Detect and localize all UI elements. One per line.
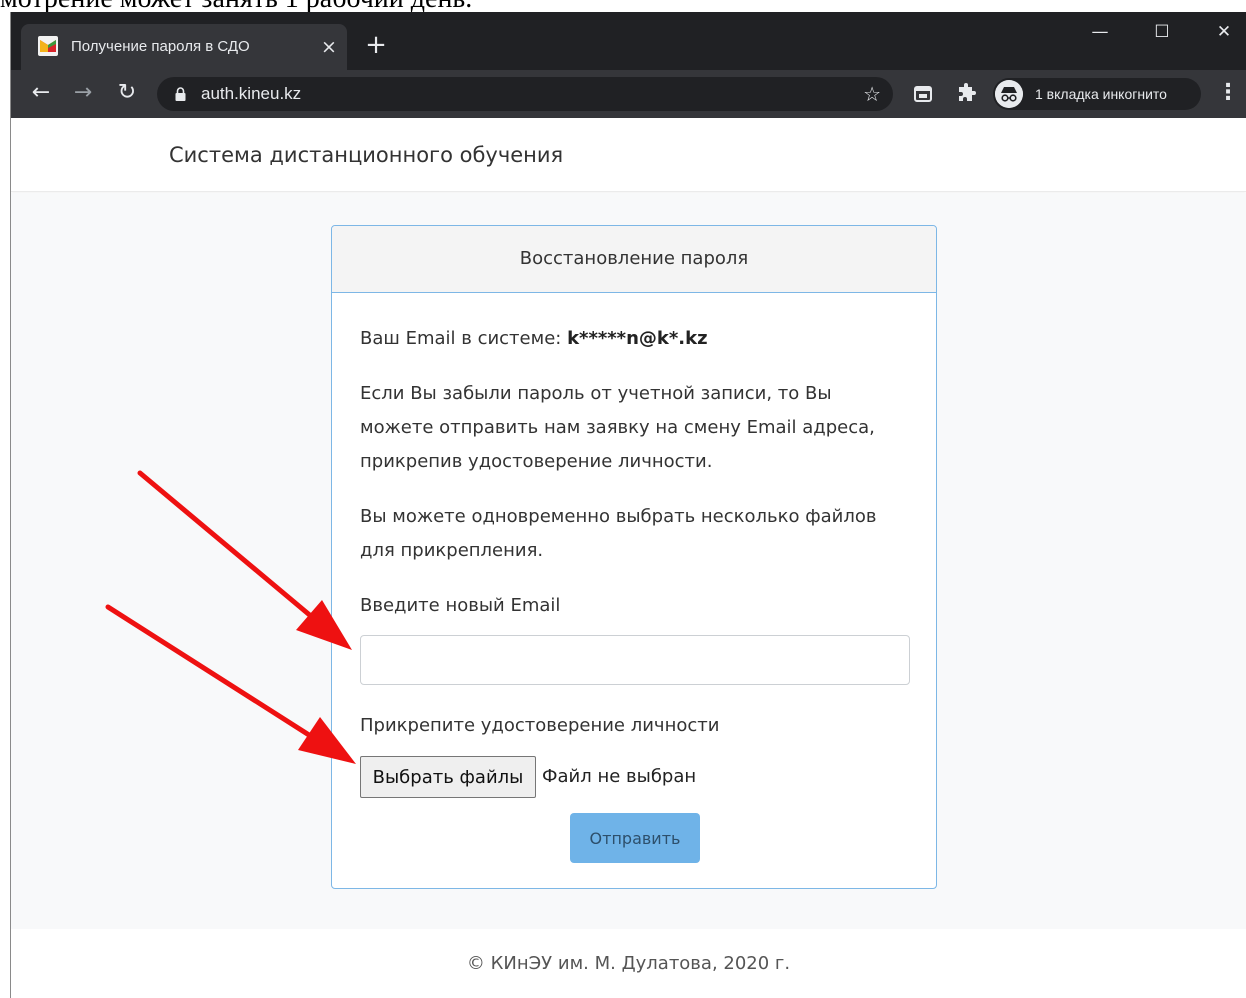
site-brand[interactable]: Система дистанционного обучения [169,118,563,192]
incognito-badge[interactable]: 1 вкладка инкогнито [993,78,1201,110]
attach-id-label: Прикрепите удостоверение личности [360,715,720,736]
multiple-files-paragraph: Вы можете одновременно выбрать несколько… [360,500,908,568]
reload-icon[interactable]: ↻ [111,70,143,118]
browser-toolbar: ← → ↻ auth.kineu.kz ☆ 1 вкладка инкогнит… [11,70,1246,118]
site-footer: © КИнЭУ им. М. Дулатова, 2020 г. [11,929,1246,998]
incognito-icon [995,80,1023,108]
maximize-button[interactable]: ☐ [1131,12,1193,52]
browser-menu-icon[interactable]: ⋮ [1217,70,1239,118]
forward-arrow-icon[interactable]: → [67,70,99,118]
tab-close-icon[interactable]: × [321,24,337,70]
site-favicon-icon [38,36,58,56]
file-status-text: Файл не выбран [542,766,697,787]
address-bar[interactable]: auth.kineu.kz ☆ [157,77,893,111]
bookmark-star-icon[interactable]: ☆ [863,77,881,111]
card-title: Восстановление пароля [332,226,936,293]
current-email-value: k*****n@k*.kz [567,328,708,349]
instructions-line: можете отправить нам заявку на смену Ema… [360,417,875,438]
url-text: auth.kineu.kz [201,84,302,103]
incognito-label: 1 вкладка инкогнито [1035,86,1167,102]
close-window-button[interactable]: ✕ [1193,12,1246,52]
tab-title: Получение пароля в СДО [71,38,250,55]
web-page: Система дистанционного обучения Восстано… [11,118,1246,998]
password-recovery-card: Восстановление пароля Ваш Email в систем… [331,225,937,889]
new-email-label: Введите новый Email [360,595,561,616]
card-body: Ваш Email в системе: k*****n@k*.kz Если … [332,293,936,863]
instructions-line: Если Вы забыли пароль от учетной записи,… [360,383,832,404]
choose-files-button[interactable]: Выбрать файлы [360,756,536,798]
current-email-line: Ваш Email в системе: k*****n@k*.kz [360,322,908,356]
current-email-label: Ваш Email в системе: [360,328,568,349]
back-arrow-icon[interactable]: ← [25,70,57,118]
new-tab-button[interactable]: + [361,24,391,70]
multiple-files-line: для прикрепления. [360,540,544,561]
site-header: Система дистанционного обучения [11,118,1246,192]
tab-bar: Получение пароля в СДО × + — ☐ ✕ [11,12,1246,70]
browser-window: Получение пароля в СДО × + — ☐ ✕ ← → ↻ a… [10,12,1246,998]
instructions-line: прикрепив удостоверение личности. [360,451,713,472]
multiple-files-line: Вы можете одновременно выбрать несколько… [360,506,877,527]
submit-button[interactable]: Отправить [570,813,700,863]
document-top-text: мотрение может занять 1 рабочий день. [0,0,1246,12]
file-picker: Выбрать файлы Файл не выбран [360,756,908,798]
minimize-button[interactable]: — [1069,12,1131,52]
site-body: Восстановление пароля Ваш Email в систем… [11,193,1246,929]
instructions-paragraph: Если Вы забыли пароль от учетной записи,… [360,377,908,479]
tab-active[interactable]: Получение пароля в СДО × [21,24,347,70]
puzzle-extensions-icon[interactable] [955,82,979,106]
lock-icon [175,87,186,101]
new-email-input[interactable] [360,635,910,685]
extension-icon[interactable] [911,82,935,106]
